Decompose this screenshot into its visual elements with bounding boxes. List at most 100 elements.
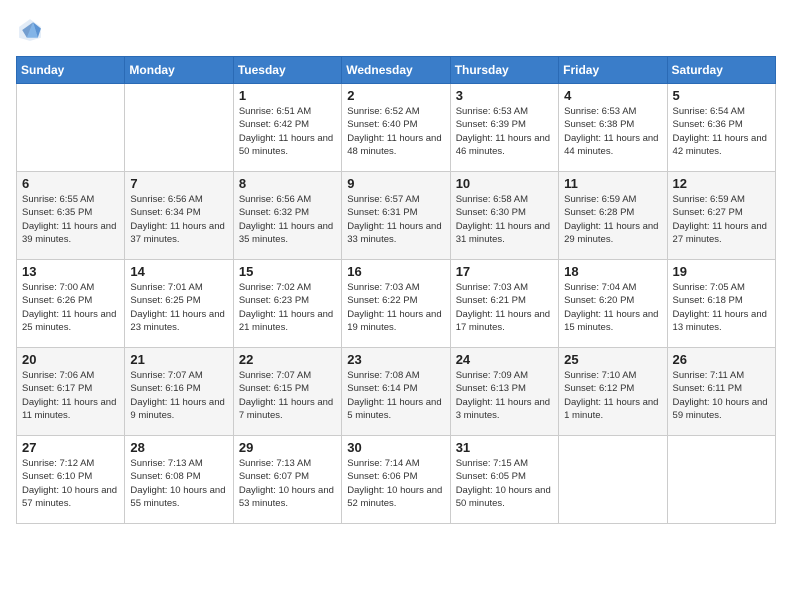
day-info: Sunrise: 7:04 AM Sunset: 6:20 PM Dayligh… [564,281,661,334]
calendar-cell: 8 Sunrise: 6:56 AM Sunset: 6:32 PM Daylig… [233,172,341,260]
calendar-cell: 7Sunrise: 6:56 AM Sunset: 6:34 PM Daylig… [125,172,233,260]
day-number: 3 [456,88,553,103]
week-row-5: 27 Sunrise: 7:12 AM Sunset: 6:10 PM Dayli… [17,436,776,524]
calendar-cell [559,436,667,524]
calendar-cell: 22 Sunrise: 7:07 AM Sunset: 6:15 PM Dayli… [233,348,341,436]
calendar-cell: 3Sunrise: 6:53 AM Sunset: 6:39 PM Daylig… [450,84,558,172]
day-info: Sunrise: 6:53 AM Sunset: 6:38 PM Dayligh… [564,105,661,158]
calendar-cell: 14Sunrise: 7:01 AM Sunset: 6:25 PM Dayli… [125,260,233,348]
day-info: Sunrise: 7:03 AM Sunset: 6:21 PM Dayligh… [456,281,553,334]
calendar-cell: 24 Sunrise: 7:09 AM Sunset: 6:13 PM Dayli… [450,348,558,436]
day-info: Sunrise: 6:58 AM Sunset: 6:30 PM Dayligh… [456,193,553,246]
calendar-cell: 18 Sunrise: 7:04 AM Sunset: 6:20 PM Dayli… [559,260,667,348]
calendar-cell: 11 Sunrise: 6:59 AM Sunset: 6:28 PM Dayli… [559,172,667,260]
calendar-cell: 9 Sunrise: 6:57 AM Sunset: 6:31 PM Daylig… [342,172,450,260]
day-info: Sunrise: 7:01 AM Sunset: 6:25 PM Dayligh… [130,281,227,334]
logo-icon [16,16,44,44]
week-row-2: 6Sunrise: 6:55 AM Sunset: 6:35 PM Daylig… [17,172,776,260]
calendar-cell [17,84,125,172]
day-number: 25 [564,352,661,367]
calendar-cell: 17 Sunrise: 7:03 AM Sunset: 6:21 PM Dayli… [450,260,558,348]
calendar-cell: 20Sunrise: 7:06 AM Sunset: 6:17 PM Dayli… [17,348,125,436]
calendar-cell: 15 Sunrise: 7:02 AM Sunset: 6:23 PM Dayli… [233,260,341,348]
day-info: Sunrise: 7:13 AM Sunset: 6:07 PM Dayligh… [239,457,336,510]
day-number: 27 [22,440,119,455]
calendar-cell [667,436,775,524]
day-info: Sunrise: 7:08 AM Sunset: 6:14 PM Dayligh… [347,369,444,422]
day-number: 24 [456,352,553,367]
day-info: Sunrise: 7:14 AM Sunset: 6:06 PM Dayligh… [347,457,444,510]
day-number: 4 [564,88,661,103]
day-header-friday: Friday [559,57,667,84]
day-header-tuesday: Tuesday [233,57,341,84]
calendar-cell: 28Sunrise: 7:13 AM Sunset: 6:08 PM Dayli… [125,436,233,524]
calendar-cell: 26 Sunrise: 7:11 AM Sunset: 6:11 PM Dayli… [667,348,775,436]
calendar-cell: 27 Sunrise: 7:12 AM Sunset: 6:10 PM Dayli… [17,436,125,524]
calendar-cell: 1 Sunrise: 6:51 AM Sunset: 6:42 PM Daylig… [233,84,341,172]
day-info: Sunrise: 6:56 AM Sunset: 6:32 PM Dayligh… [239,193,336,246]
calendar-cell: 25 Sunrise: 7:10 AM Sunset: 6:12 PM Dayli… [559,348,667,436]
days-header-row: SundayMondayTuesdayWednesdayThursdayFrid… [17,57,776,84]
day-number: 7 [130,176,227,191]
day-header-thursday: Thursday [450,57,558,84]
calendar-cell: 6Sunrise: 6:55 AM Sunset: 6:35 PM Daylig… [17,172,125,260]
day-header-sunday: Sunday [17,57,125,84]
calendar-cell: 2 Sunrise: 6:52 AM Sunset: 6:40 PM Daylig… [342,84,450,172]
day-number: 26 [673,352,770,367]
day-info: Sunrise: 7:15 AM Sunset: 6:05 PM Dayligh… [456,457,553,510]
day-number: 1 [239,88,336,103]
calendar-cell: 30 Sunrise: 7:14 AM Sunset: 6:06 PM Dayli… [342,436,450,524]
day-number: 6 [22,176,119,191]
day-info: Sunrise: 7:07 AM Sunset: 6:16 PM Dayligh… [130,369,227,422]
day-info: Sunrise: 7:07 AM Sunset: 6:15 PM Dayligh… [239,369,336,422]
day-info: Sunrise: 7:12 AM Sunset: 6:10 PM Dayligh… [22,457,119,510]
day-info: Sunrise: 6:54 AM Sunset: 6:36 PM Dayligh… [673,105,770,158]
week-row-1: 1 Sunrise: 6:51 AM Sunset: 6:42 PM Daylig… [17,84,776,172]
week-row-3: 13Sunrise: 7:00 AM Sunset: 6:26 PM Dayli… [17,260,776,348]
calendar-cell [125,84,233,172]
day-header-wednesday: Wednesday [342,57,450,84]
day-info: Sunrise: 7:09 AM Sunset: 6:13 PM Dayligh… [456,369,553,422]
calendar-cell: 23 Sunrise: 7:08 AM Sunset: 6:14 PM Dayli… [342,348,450,436]
day-info: Sunrise: 7:10 AM Sunset: 6:12 PM Dayligh… [564,369,661,422]
day-number: 17 [456,264,553,279]
logo [16,16,48,44]
calendar-cell: 16 Sunrise: 7:03 AM Sunset: 6:22 PM Dayli… [342,260,450,348]
day-info: Sunrise: 6:59 AM Sunset: 6:28 PM Dayligh… [564,193,661,246]
day-number: 31 [456,440,553,455]
day-number: 8 [239,176,336,191]
day-number: 22 [239,352,336,367]
day-number: 15 [239,264,336,279]
day-number: 11 [564,176,661,191]
page-header [16,16,776,44]
day-number: 16 [347,264,444,279]
day-number: 9 [347,176,444,191]
day-number: 30 [347,440,444,455]
day-header-monday: Monday [125,57,233,84]
day-info: Sunrise: 6:52 AM Sunset: 6:40 PM Dayligh… [347,105,444,158]
calendar-cell: 19 Sunrise: 7:05 AM Sunset: 6:18 PM Dayli… [667,260,775,348]
week-row-4: 20Sunrise: 7:06 AM Sunset: 6:17 PM Dayli… [17,348,776,436]
day-number: 10 [456,176,553,191]
day-info: Sunrise: 6:57 AM Sunset: 6:31 PM Dayligh… [347,193,444,246]
day-number: 2 [347,88,444,103]
day-number: 18 [564,264,661,279]
day-info: Sunrise: 7:02 AM Sunset: 6:23 PM Dayligh… [239,281,336,334]
calendar-cell: 10 Sunrise: 6:58 AM Sunset: 6:30 PM Dayli… [450,172,558,260]
day-info: Sunrise: 7:13 AM Sunset: 6:08 PM Dayligh… [130,457,227,510]
day-number: 12 [673,176,770,191]
calendar-cell: 12Sunrise: 6:59 AM Sunset: 6:27 PM Dayli… [667,172,775,260]
calendar-cell: 5Sunrise: 6:54 AM Sunset: 6:36 PM Daylig… [667,84,775,172]
day-info: Sunrise: 6:51 AM Sunset: 6:42 PM Dayligh… [239,105,336,158]
calendar-cell: 31 Sunrise: 7:15 AM Sunset: 6:05 PM Dayli… [450,436,558,524]
calendar-table: SundayMondayTuesdayWednesdayThursdayFrid… [16,56,776,524]
day-number: 19 [673,264,770,279]
calendar-cell: 4 Sunrise: 6:53 AM Sunset: 6:38 PM Daylig… [559,84,667,172]
day-info: Sunrise: 7:11 AM Sunset: 6:11 PM Dayligh… [673,369,770,422]
day-info: Sunrise: 7:05 AM Sunset: 6:18 PM Dayligh… [673,281,770,334]
day-number: 21 [130,352,227,367]
day-header-saturday: Saturday [667,57,775,84]
day-number: 23 [347,352,444,367]
calendar-cell: 29Sunrise: 7:13 AM Sunset: 6:07 PM Dayli… [233,436,341,524]
day-info: Sunrise: 7:03 AM Sunset: 6:22 PM Dayligh… [347,281,444,334]
